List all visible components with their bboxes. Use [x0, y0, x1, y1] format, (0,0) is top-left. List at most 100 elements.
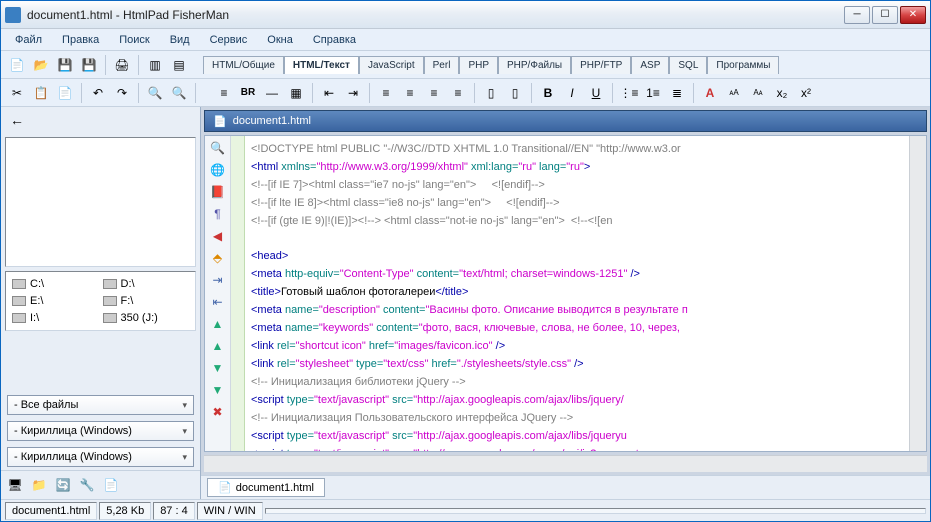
- refresh-icon[interactable]: 🔄: [53, 475, 73, 495]
- arrow-down2-icon[interactable]: ▼: [210, 382, 226, 398]
- bottom-tabs: 📄 document1.html: [201, 475, 930, 499]
- tab-asp[interactable]: ASP: [631, 56, 669, 74]
- subscript-icon[interactable]: x₂: [772, 83, 792, 103]
- tab-sql[interactable]: SQL: [669, 56, 707, 74]
- align-justify-icon[interactable]: ≡: [448, 83, 468, 103]
- paste-icon[interactable]: 📄: [55, 83, 75, 103]
- menubar: Файл Правка Поиск Вид Сервис Окна Справк…: [1, 29, 930, 51]
- code-area[interactable]: <!DOCTYPE html PUBLIC "-//W3C//DTD XHTML…: [245, 136, 909, 451]
- arrow-up-icon[interactable]: ▲: [210, 316, 226, 332]
- menu-search[interactable]: Поиск: [111, 31, 157, 49]
- print-icon[interactable]: 🖨: [112, 55, 132, 75]
- filter-combo[interactable]: - Все файлы: [7, 395, 194, 415]
- new-file-icon[interactable]: 📄: [7, 55, 27, 75]
- maximize-button[interactable]: ☐: [872, 6, 898, 24]
- cut-icon[interactable]: ✂: [7, 83, 27, 103]
- tab-perl[interactable]: Perl: [424, 56, 460, 74]
- tab-programs[interactable]: Программы: [707, 56, 779, 74]
- folder-icon[interactable]: 📁: [29, 475, 49, 495]
- menu-help[interactable]: Справка: [305, 31, 364, 49]
- tab-html-general[interactable]: HTML/Общие: [203, 56, 284, 74]
- tag-icon[interactable]: ⬘: [210, 250, 226, 266]
- file-tree[interactable]: [5, 137, 196, 267]
- font-small-icon[interactable]: ᴀA: [724, 83, 744, 103]
- save-all-icon[interactable]: 💾: [79, 55, 99, 75]
- superscript-icon[interactable]: x²: [796, 83, 816, 103]
- font-icon[interactable]: A: [700, 83, 720, 103]
- chevron-down-icon: [182, 425, 187, 437]
- indent-right-icon[interactable]: ⇥: [343, 83, 363, 103]
- list-ul-icon[interactable]: ⋮≡: [619, 83, 639, 103]
- separator: [474, 83, 475, 103]
- panel1-icon[interactable]: ▥: [145, 55, 165, 75]
- layout2-icon[interactable]: ▯: [505, 83, 525, 103]
- back-arrow-icon[interactable]: ←: [7, 110, 27, 130]
- vertical-scrollbar[interactable]: [909, 136, 926, 451]
- horizontal-scrollbar[interactable]: [204, 455, 927, 472]
- find-icon[interactable]: 🔍: [145, 83, 165, 103]
- hr-icon[interactable]: —: [262, 83, 282, 103]
- layout1-icon[interactable]: ▯: [481, 83, 501, 103]
- tab-php-ftp[interactable]: PHP/FTP: [571, 56, 631, 74]
- menu-windows[interactable]: Окна: [259, 31, 301, 49]
- pc-icon[interactable]: 🖥: [5, 475, 25, 495]
- redo-icon[interactable]: ↷: [112, 83, 132, 103]
- align-center-icon[interactable]: ≡: [400, 83, 420, 103]
- indent-left-icon[interactable]: ⇤: [319, 83, 339, 103]
- menu-file[interactable]: Файл: [7, 31, 50, 49]
- heading-icon[interactable]: ≡: [214, 83, 234, 103]
- tab-html-text[interactable]: HTML/Текст: [284, 56, 359, 74]
- drive-d[interactable]: D:\: [103, 278, 190, 291]
- encoding-combo-1[interactable]: - Кириллица (Windows): [7, 421, 194, 441]
- status-spacer: [265, 508, 926, 514]
- pilcrow-icon[interactable]: ¶: [210, 206, 226, 222]
- tab-javascript[interactable]: JavaScript: [359, 56, 424, 74]
- open-folder-icon[interactable]: 📂: [31, 55, 51, 75]
- fold-margin[interactable]: [231, 136, 245, 451]
- indent-icon[interactable]: ⇥: [210, 272, 226, 288]
- bookmark-icon[interactable]: ◀: [210, 228, 226, 244]
- html-file-icon: 📄: [218, 481, 232, 494]
- copy-icon[interactable]: 📋: [31, 83, 51, 103]
- minimize-button[interactable]: ─: [844, 6, 870, 24]
- bold-icon[interactable]: B: [538, 83, 558, 103]
- separator: [105, 55, 106, 75]
- doc-icon[interactable]: 📄: [101, 475, 121, 495]
- bottom-doc-tab[interactable]: 📄 document1.html: [207, 478, 325, 497]
- drive-c[interactable]: C:\: [12, 278, 99, 291]
- drive-i[interactable]: I:\: [12, 311, 99, 324]
- pre-icon[interactable]: ▦: [286, 83, 306, 103]
- book-icon[interactable]: 📕: [210, 184, 226, 200]
- align-left-icon[interactable]: ≡: [376, 83, 396, 103]
- italic-icon[interactable]: I: [562, 83, 582, 103]
- globe-icon[interactable]: 🌐: [210, 162, 226, 178]
- menu-tools[interactable]: Сервис: [202, 31, 256, 49]
- font-big-icon[interactable]: Aᴀ: [748, 83, 768, 103]
- undo-icon[interactable]: ↶: [88, 83, 108, 103]
- tool-icon[interactable]: 🔧: [77, 475, 97, 495]
- drive-e[interactable]: E:\: [12, 295, 99, 308]
- save-icon[interactable]: 💾: [55, 55, 75, 75]
- list-dl-icon[interactable]: ≣: [667, 83, 687, 103]
- align-right-icon[interactable]: ≡: [424, 83, 444, 103]
- tab-php[interactable]: PHP: [459, 56, 498, 74]
- list-ol-icon[interactable]: 1≡: [643, 83, 663, 103]
- close-button[interactable]: ✕: [900, 6, 926, 24]
- tab-php-files[interactable]: PHP/Файлы: [498, 56, 571, 74]
- separator: [138, 83, 139, 103]
- menu-view[interactable]: Вид: [162, 31, 198, 49]
- encoding-combo-2[interactable]: - Кириллица (Windows): [7, 447, 194, 467]
- replace-icon[interactable]: 🔍: [169, 83, 189, 103]
- menu-edit[interactable]: Правка: [54, 31, 107, 49]
- zoom-icon[interactable]: 🔍: [210, 140, 226, 156]
- br-icon[interactable]: BR: [238, 83, 258, 103]
- cross-icon[interactable]: ✖: [210, 404, 226, 420]
- panel2-icon[interactable]: ▤: [169, 55, 189, 75]
- underline-icon[interactable]: U: [586, 83, 606, 103]
- arrow-up2-icon[interactable]: ▲: [210, 338, 226, 354]
- drive-f[interactable]: F:\: [103, 295, 190, 308]
- arrow-down-icon[interactable]: ▼: [210, 360, 226, 376]
- drive-j[interactable]: 350 (J:): [103, 311, 190, 324]
- document-tab[interactable]: 📄 document1.html: [204, 110, 927, 132]
- outdent-icon[interactable]: ⇤: [210, 294, 226, 310]
